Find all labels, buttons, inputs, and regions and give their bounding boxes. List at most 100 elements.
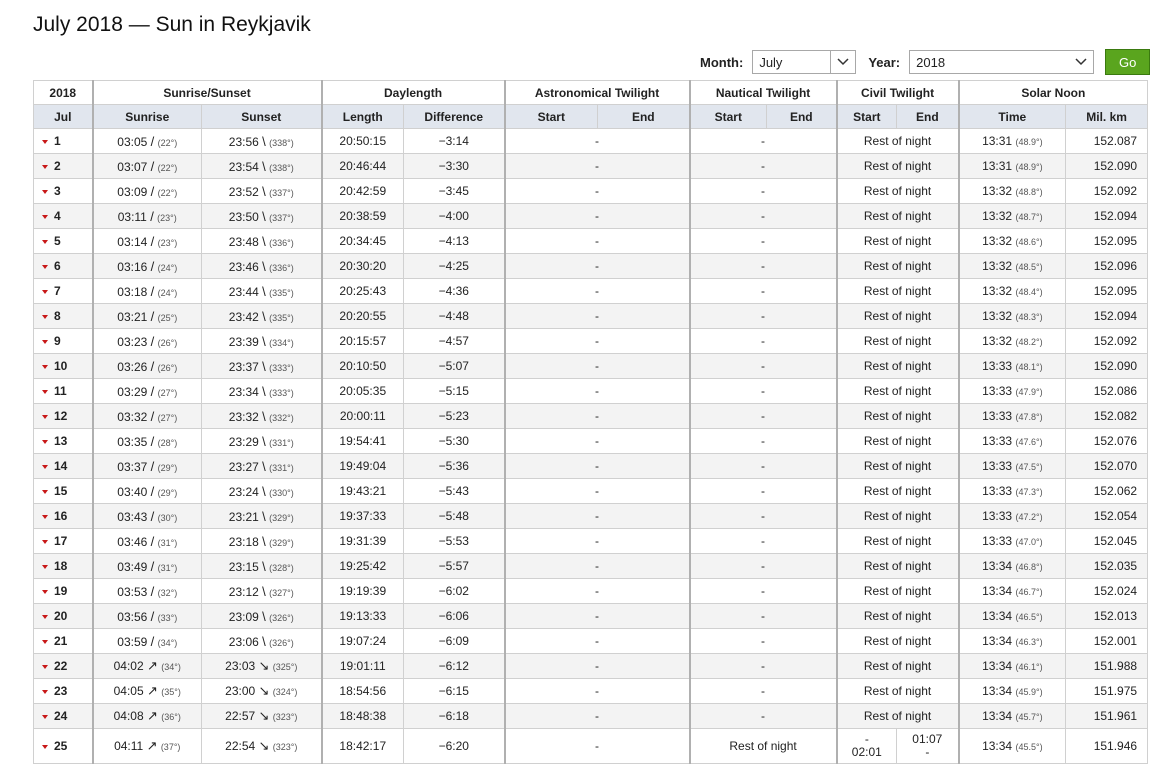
- sunset-cell: 23:03 ↘ (325°): [200, 653, 323, 679]
- col-difference: Difference: [403, 104, 506, 129]
- day-cell[interactable]: 21: [33, 628, 93, 654]
- caret-down-icon[interactable]: [42, 744, 48, 749]
- day-cell[interactable]: 11: [33, 378, 93, 404]
- arrow-up-right-icon: /: [150, 158, 155, 174]
- arrow-down-right-icon: \: [262, 233, 266, 249]
- length-cell: 20:20:55: [320, 303, 405, 329]
- caret-down-icon[interactable]: [42, 314, 48, 319]
- day-cell[interactable]: 14: [33, 453, 93, 479]
- difference-cell: −6:20: [403, 728, 506, 764]
- nautical-cell: -: [688, 178, 838, 204]
- header-sunrise-sunset: Sunrise/Sunset: [91, 80, 323, 105]
- caret-down-icon[interactable]: [42, 614, 48, 619]
- day-cell[interactable]: 23: [33, 678, 93, 704]
- table-row: 3 03:09 / (22°) 23:52 \ (337°) 20:42:59 …: [33, 178, 1149, 204]
- civil-cell: Rest of night: [835, 303, 960, 329]
- arrow-down-right-icon: \: [262, 433, 266, 449]
- caret-down-icon[interactable]: [42, 339, 48, 344]
- day-cell[interactable]: 18: [33, 553, 93, 579]
- caret-down-icon[interactable]: [42, 639, 48, 644]
- nautical-cell: -: [688, 603, 838, 629]
- sunrise-cell: 03:59 / (34°): [91, 628, 202, 654]
- month-select[interactable]: July: [752, 50, 857, 74]
- day-cell[interactable]: 6: [33, 253, 93, 279]
- caret-down-icon[interactable]: [42, 714, 48, 719]
- day-cell[interactable]: 13: [33, 428, 93, 454]
- day-cell[interactable]: 19: [33, 578, 93, 604]
- table-row: 20 03:56 / (33°) 23:09 \ (326°) 19:13:33…: [33, 603, 1149, 629]
- difference-cell: −5:15: [403, 378, 506, 404]
- day-cell[interactable]: 2: [33, 153, 93, 179]
- day-cell[interactable]: 3: [33, 178, 93, 204]
- day-cell[interactable]: 9: [33, 328, 93, 354]
- caret-down-icon[interactable]: [42, 564, 48, 569]
- difference-cell: −5:48: [403, 503, 506, 529]
- arrow-down-right-icon: \: [262, 583, 266, 599]
- noon-cell: 13:33 (48.1°): [957, 353, 1067, 379]
- civil-cell: Rest of night: [835, 503, 960, 529]
- col-astro-end: End: [597, 104, 691, 129]
- noon-cell: 13:31 (48.9°): [957, 128, 1067, 154]
- noon-cell: 13:33 (47.0°): [957, 528, 1067, 554]
- astronomical-cell: -: [503, 128, 691, 154]
- arrow-down-right-icon: \: [262, 333, 266, 349]
- go-button[interactable]: Go: [1105, 49, 1150, 75]
- day-cell[interactable]: 1: [33, 128, 93, 154]
- day-cell[interactable]: 17: [33, 528, 93, 554]
- caret-down-icon[interactable]: [42, 489, 48, 494]
- caret-down-icon[interactable]: [42, 289, 48, 294]
- day-cell[interactable]: 10: [33, 353, 93, 379]
- day-cell[interactable]: 4: [33, 203, 93, 229]
- distance-cell: 152.095: [1065, 228, 1149, 254]
- nautical-cell: -: [688, 353, 838, 379]
- day-cell[interactable]: 22: [33, 653, 93, 679]
- sunset-cell: 23:50 \ (337°): [200, 203, 323, 229]
- difference-cell: −4:25: [403, 253, 506, 279]
- caret-down-icon[interactable]: [42, 689, 48, 694]
- day-cell[interactable]: 15: [33, 478, 93, 504]
- day-cell[interactable]: 5: [33, 228, 93, 254]
- distance-cell: 152.094: [1065, 203, 1149, 229]
- caret-down-icon[interactable]: [42, 164, 48, 169]
- sunrise-cell: 03:14 / (23°): [91, 228, 202, 254]
- arrow-up-right-icon: /: [150, 608, 155, 624]
- astronomical-cell: -: [503, 628, 691, 654]
- day-cell[interactable]: 8: [33, 303, 93, 329]
- caret-down-icon[interactable]: [42, 139, 48, 144]
- civil-cell: Rest of night: [835, 328, 960, 354]
- sunrise-cell: 04:05 ↗ (35°): [91, 678, 202, 704]
- caret-down-icon[interactable]: [42, 464, 48, 469]
- caret-down-icon[interactable]: [42, 539, 48, 544]
- noon-cell: 13:33 (47.6°): [957, 428, 1067, 454]
- caret-down-icon[interactable]: [42, 414, 48, 419]
- distance-cell: 152.092: [1065, 178, 1149, 204]
- caret-down-icon[interactable]: [42, 189, 48, 194]
- day-cell[interactable]: 16: [33, 503, 93, 529]
- caret-down-icon[interactable]: [42, 364, 48, 369]
- caret-down-icon[interactable]: [42, 239, 48, 244]
- caret-down-icon[interactable]: [42, 264, 48, 269]
- day-cell[interactable]: 7: [33, 278, 93, 304]
- astronomical-cell: -: [503, 403, 691, 429]
- day-cell[interactable]: 25: [33, 728, 93, 764]
- caret-down-icon[interactable]: [42, 589, 48, 594]
- sunset-cell: 22:54 ↘ (323°): [200, 728, 323, 764]
- distance-cell: 151.988: [1065, 653, 1149, 679]
- table-row: 17 03:46 / (31°) 23:18 \ (329°) 19:31:39…: [33, 528, 1149, 554]
- length-cell: 20:46:44: [320, 153, 405, 179]
- caret-down-icon[interactable]: [42, 439, 48, 444]
- day-cell[interactable]: 20: [33, 603, 93, 629]
- day-cell[interactable]: 12: [33, 403, 93, 429]
- civil-cell: Rest of night: [835, 128, 960, 154]
- caret-down-icon[interactable]: [42, 664, 48, 669]
- table-row: 16 03:43 / (30°) 23:21 \ (329°) 19:37:33…: [33, 503, 1149, 529]
- caret-down-icon[interactable]: [42, 514, 48, 519]
- day-cell[interactable]: 24: [33, 703, 93, 729]
- caret-down-icon[interactable]: [42, 389, 48, 394]
- length-cell: 18:42:17: [320, 728, 405, 764]
- arrow-up-right-icon: /: [150, 183, 155, 199]
- civil-cell: Rest of night: [835, 528, 960, 554]
- caret-down-icon[interactable]: [42, 214, 48, 219]
- year-select[interactable]: 2018: [909, 50, 1095, 74]
- arrow-up-right-icon: /: [150, 408, 155, 424]
